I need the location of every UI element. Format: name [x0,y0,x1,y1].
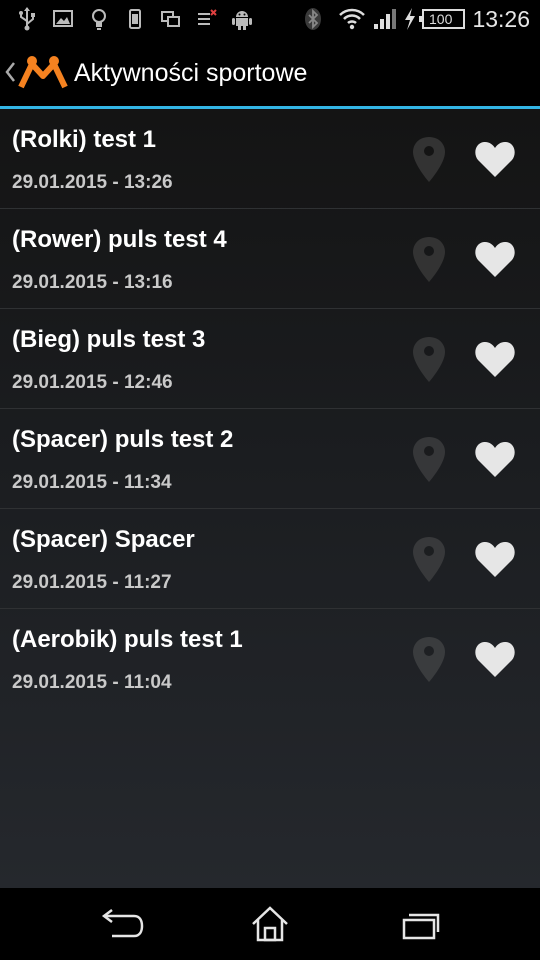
cell-signal-icon [374,9,396,29]
activity-row[interactable]: (Rower) puls test 4 29.01.2015 - 13:16 [0,209,540,309]
page-title: Aktywności sportowe [74,59,308,87]
action-bar: Aktywności sportowe [0,38,540,106]
navigation-bar [0,888,540,960]
status-bar: 100 13:26 [0,0,540,38]
map-pin-icon[interactable] [410,335,448,385]
activity-date: 29.01.2015 - 11:04 [12,672,172,693]
chevron-left-icon [5,62,15,82]
activity-title: (Aerobik) puls test 1 [12,626,243,653]
signal-off-icon [198,9,217,25]
back-icon[interactable] [90,902,150,946]
activity-row[interactable]: (Aerobik) puls test 1 29.01.2015 - 11:04 [0,609,540,709]
map-pin-icon[interactable] [410,635,448,685]
activity-date: 29.01.2015 - 11:34 [12,472,172,493]
clock: 13:26 [472,6,530,32]
activity-title: (Rower) puls test 4 [12,226,227,253]
activity-row[interactable]: (Spacer) puls test 2 29.01.2015 - 11:34 [0,409,540,509]
battery-icon: 100 [419,7,465,31]
activity-row[interactable]: (Spacer) Spacer 29.01.2015 - 11:27 [0,509,540,609]
heart-icon[interactable] [474,539,516,579]
activity-title: (Spacer) puls test 2 [12,426,234,453]
map-pin-icon[interactable] [410,535,448,585]
bluetooth-icon [305,8,321,30]
usb-icon [19,7,35,31]
activity-title: (Bieg) puls test 3 [12,326,206,353]
activity-row[interactable]: (Rolki) test 1 29.01.2015 - 13:26 [0,109,540,209]
android-icon [232,11,252,30]
wifi-icon [339,8,365,30]
phone-icon [129,9,141,29]
battery-level: 100 [429,11,453,27]
image-icon [53,10,73,27]
activity-date: 29.01.2015 - 11:27 [12,572,172,593]
activity-title: (Rolki) test 1 [12,126,157,153]
activity-date: 29.01.2015 - 12:46 [12,372,173,393]
heart-icon[interactable] [474,139,516,179]
activity-date: 29.01.2015 - 13:26 [12,172,173,193]
up-navigation-button[interactable] [0,38,72,106]
map-pin-icon[interactable] [410,135,448,185]
home-icon[interactable] [240,902,300,946]
activity-date: 29.01.2015 - 13:16 [12,272,173,293]
activity-list: (Rolki) test 1 29.01.2015 - 13:26 (Rower… [0,109,540,888]
recent-apps-icon[interactable] [390,902,450,946]
activity-row[interactable]: (Bieg) puls test 3 29.01.2015 - 12:46 [0,309,540,409]
heart-icon[interactable] [474,639,516,679]
heart-icon[interactable] [474,339,516,379]
activity-title: (Spacer) Spacer [12,526,195,553]
app-logo-icon [18,56,68,89]
lightbulb-icon [92,9,106,30]
map-pin-icon[interactable] [410,435,448,485]
heart-icon[interactable] [474,439,516,479]
charging-icon [405,8,415,30]
heart-icon[interactable] [474,239,516,279]
screens-icon [161,11,180,27]
map-pin-icon[interactable] [410,235,448,285]
